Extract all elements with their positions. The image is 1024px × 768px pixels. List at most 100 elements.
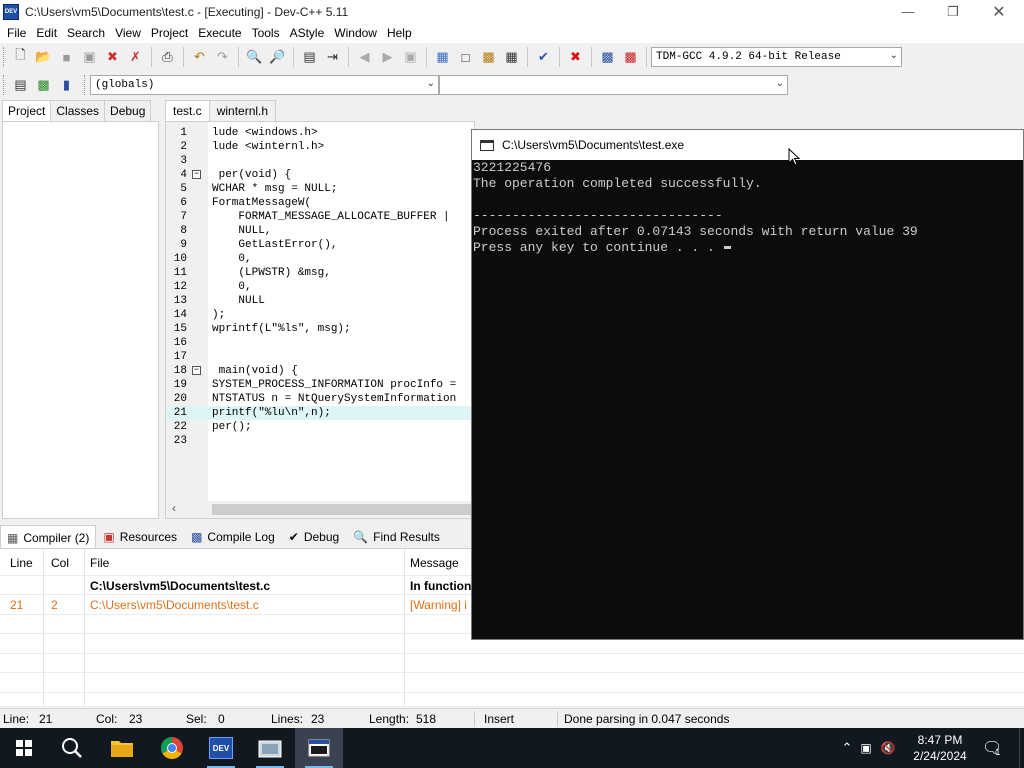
warning-file[interactable]: C:\Users\vm5\Documents\test.c <box>90 598 259 612</box>
menu-execute[interactable]: Execute <box>193 26 246 40</box>
volume-muted-icon[interactable]: 🔇 <box>876 741 900 755</box>
tab-project[interactable]: Project <box>2 100 52 122</box>
start-button[interactable] <box>0 728 48 768</box>
clock[interactable]: 8:47 PM 2/24/2024 <box>906 732 974 764</box>
symbol-select[interactable]: ⌄ <box>439 75 788 95</box>
code-line[interactable]: 16 <box>166 336 474 350</box>
menu-search[interactable]: Search <box>62 26 110 40</box>
code-line[interactable]: 5 WCHAR * msg = NULL; <box>166 182 474 196</box>
network-icon[interactable]: ▣ <box>856 741 876 755</box>
menu-file[interactable]: File <box>2 26 31 40</box>
back-icon[interactable]: ◀ <box>354 47 375 68</box>
warning-message[interactable]: [Warning] i <box>410 598 467 612</box>
header-line[interactable]: Line <box>10 556 33 570</box>
tab-debug[interactable]: Debug <box>104 100 152 122</box>
open-file-icon[interactable]: 📂 <box>33 47 54 68</box>
result-message[interactable]: In function <box>410 579 471 593</box>
stop-icon[interactable]: ▣ <box>400 47 421 68</box>
abort-icon[interactable]: ✖ <box>565 47 586 68</box>
redo-icon[interactable]: ↷ <box>212 47 233 68</box>
toggle-bookmark-icon[interactable]: ▩ <box>33 75 54 96</box>
code-editor[interactable]: 1 lude <windows.h> 2 lude <winternl.h> 3 4− p… <box>165 121 475 519</box>
menu-window[interactable]: Window <box>329 26 382 40</box>
code-line[interactable]: 11 (LPWSTR) &msg, <box>166 266 474 280</box>
close-all-icon[interactable]: ✗ <box>125 47 146 68</box>
code-line[interactable]: 17 <box>166 350 474 364</box>
console-window[interactable]: C:\Users\vm5\Documents\test.exe 32212254… <box>471 129 1024 640</box>
code-line[interactable]: 14); <box>166 308 474 322</box>
tab-classes[interactable]: Classes <box>50 100 106 122</box>
chrome-button[interactable] <box>148 728 196 768</box>
compile-run-icon[interactable]: ▩ <box>478 47 499 68</box>
file-explorer-button[interactable] <box>98 728 146 768</box>
menu-tools[interactable]: Tools <box>247 26 285 40</box>
code-line[interactable]: 21 printf("%lu\n",n); <box>166 406 474 420</box>
code-line[interactable]: 1 lude <windows.h> <box>166 126 474 140</box>
console-title-bar[interactable]: C:\Users\vm5\Documents\test.exe <box>472 130 1023 160</box>
menu-view[interactable]: View <box>110 26 146 40</box>
tab-resources[interactable]: ▣ Resources <box>96 525 184 549</box>
profile-icon[interactable]: ▩ <box>597 47 618 68</box>
compiler-select[interactable]: TDM-GCC 4.9.2 64-bit Release ⌄ <box>651 47 902 67</box>
restore-button[interactable]: ❐ <box>930 0 976 23</box>
compile-icon[interactable]: ▦ <box>432 47 453 68</box>
code-line[interactable]: 15 wprintf(L"%ls", msg); <box>166 322 474 336</box>
find-icon[interactable]: 🔍 <box>244 47 265 68</box>
insert-icon[interactable]: ▤ <box>10 75 31 96</box>
header-col[interactable]: Col <box>51 556 69 570</box>
code-line[interactable]: 3 <box>166 154 474 168</box>
run-icon[interactable]: □ <box>455 47 476 68</box>
code-line[interactable]: 10 0, <box>166 252 474 266</box>
rebuild-all-icon[interactable]: ▦ <box>501 47 522 68</box>
menu-project[interactable]: Project <box>146 26 193 40</box>
code-line[interactable]: 20 NTSTATUS n = NtQuerySystemInformation <box>166 392 474 406</box>
tab-debug-output[interactable]: ✔ Debug <box>282 525 346 549</box>
delete-profile-icon[interactable]: ▩ <box>620 47 641 68</box>
tab-compiler[interactable]: ▦ Compiler (2) <box>0 525 97 549</box>
minimize-button[interactable]: — <box>885 0 931 23</box>
tab-test-c[interactable]: test.c <box>165 100 210 122</box>
app-taskbar-button[interactable] <box>246 728 294 768</box>
new-file-icon[interactable]: 🗋 <box>10 47 31 68</box>
print-icon[interactable]: ⎙ <box>157 47 178 68</box>
code-line[interactable]: 19 SYSTEM_PROCESS_INFORMATION procInfo = <box>166 378 474 392</box>
code-line[interactable]: 22 per(); <box>166 420 474 434</box>
header-file[interactable]: File <box>90 556 109 570</box>
chevron-up-icon[interactable]: ⌃ <box>838 740 856 756</box>
code-line[interactable]: 2 lude <winternl.h> <box>166 140 474 154</box>
code-line[interactable]: 18− main(void) { <box>166 364 474 378</box>
scroll-thumb[interactable] <box>212 504 474 515</box>
goto-line-icon[interactable]: ▤ <box>299 47 320 68</box>
menu-astyle[interactable]: AStyle <box>285 26 330 40</box>
project-browser[interactable] <box>2 121 159 519</box>
horizontal-scrollbar[interactable]: ‹ <box>166 501 474 518</box>
fold-toggle-icon[interactable]: − <box>192 170 201 179</box>
scope-select[interactable]: (globals) ⌄ <box>90 75 439 95</box>
indent-icon[interactable]: ⇥ <box>322 47 343 68</box>
fold-toggle-icon[interactable]: − <box>192 366 201 375</box>
code-line[interactable]: 4− per(void) { <box>166 168 474 182</box>
close-file-icon[interactable]: ✖ <box>102 47 123 68</box>
tab-compile-log[interactable]: ▩ Compile Log <box>184 525 282 549</box>
save-icon[interactable]: ■ <box>56 47 77 68</box>
search-button[interactable] <box>48 728 96 768</box>
code-line[interactable]: 8 NULL, <box>166 224 474 238</box>
goto-bookmark-icon[interactable]: ▮ <box>56 75 77 96</box>
devcpp-taskbar-button[interactable]: DEV <box>197 728 245 768</box>
close-button[interactable]: ✕ <box>976 0 1022 23</box>
action-center-button[interactable]: 🗨 1 <box>982 728 1002 768</box>
code-line[interactable]: 23 <box>166 434 474 448</box>
syntax-check-icon[interactable]: ✔ <box>533 47 554 68</box>
undo-icon[interactable]: ↶ <box>189 47 210 68</box>
menu-help[interactable]: Help <box>382 26 417 40</box>
tab-winternl-h[interactable]: winternl.h <box>208 100 277 122</box>
code-line[interactable]: 6 FormatMessageW( <box>166 196 474 210</box>
code-line[interactable]: 7 FORMAT_MESSAGE_ALLOCATE_BUFFER | <box>166 210 474 224</box>
console-taskbar-button[interactable] <box>295 728 343 768</box>
result-file[interactable]: C:\Users\vm5\Documents\test.c <box>90 579 270 593</box>
console-output[interactable]: 3221225476 The operation completed succes… <box>472 160 1023 256</box>
save-all-icon[interactable]: ▣ <box>79 47 100 68</box>
tab-find-results[interactable]: 🔍 Find Results <box>346 525 447 549</box>
code-line[interactable]: 9 GetLastError(), <box>166 238 474 252</box>
replace-icon[interactable]: 🔎 <box>267 47 288 68</box>
